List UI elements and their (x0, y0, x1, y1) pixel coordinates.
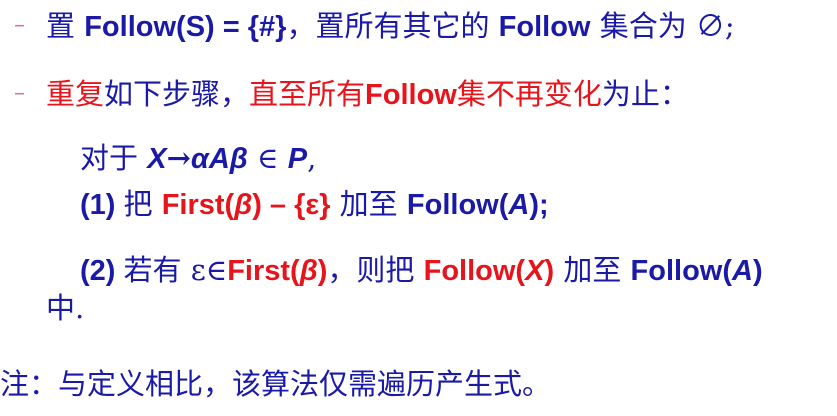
line-1-text: 置 Follow(S) = {#}，置所有其它的 Follow 集合为 ∅; (46, 8, 735, 45)
note-line: 注：与定义相比，该算法仅需遍历产生式。 (0, 366, 551, 402)
minus-epsilon: ) – {ε} (252, 189, 331, 221)
production-rhs: αAβ (190, 143, 248, 175)
arrow-symbol: → (166, 141, 191, 175)
bullet-dash: – (14, 81, 25, 106)
text-segment: 加至 (330, 187, 407, 221)
emphasis-repeat: 重复 (46, 77, 105, 111)
text-segment: 为止： (601, 77, 689, 111)
step-2-line: (2) 若有 ε∈First(β)，则把 Follow(X) 加至 Follow… (80, 252, 763, 289)
text-segment: ) (317, 255, 328, 287)
step-1-line: (1) 把 First(β) – {ε} 加至 Follow(A); (80, 186, 549, 223)
text-segment: ); (529, 189, 549, 221)
step-number: (2) (80, 255, 124, 287)
symbol-a: A (732, 255, 753, 287)
text-segment: , (307, 141, 317, 175)
follow-keyword: Follow (498, 11, 591, 43)
text-segment: 若有 ε∈ (123, 253, 228, 287)
bullet-dash: – (14, 13, 25, 38)
beta-symbol: β (234, 189, 253, 221)
text-segment: 中. (46, 291, 85, 325)
text-segment: 如下步骤， (104, 77, 250, 111)
emphasis-follow: Follow (365, 79, 457, 111)
line-2-text: 重复如下步骤，直至所有Follow集不再变化为止： (46, 76, 689, 113)
text-segment: ，则把 (327, 253, 424, 287)
text-segment: 把 (123, 187, 162, 221)
step-2-continuation: 中. (46, 290, 84, 326)
note-text: 注：与定义相比，该算法仅需遍历产生式。 (0, 367, 552, 401)
rule-line: 对于 X→αAβ ∈ P, (80, 140, 316, 177)
first-func: First( (227, 255, 300, 287)
text-segment: 对于 (80, 141, 148, 175)
beta-symbol: β (299, 255, 318, 287)
text-segment: ) (752, 255, 763, 287)
symbol-p: P (287, 143, 308, 175)
emphasis-until: 直至所有 (249, 77, 366, 111)
symbol-x: X (147, 143, 167, 175)
text-segment: 置 (46, 9, 85, 43)
follow-func: Follow( (423, 255, 526, 287)
text-segment: ，置所有其它的 (286, 9, 499, 43)
step-number: (1) (80, 189, 124, 221)
symbol-x: X (525, 255, 545, 287)
text-segment: 集合为 ∅; (590, 9, 735, 43)
emphasis-unchanged: 集不再变化 (456, 77, 602, 111)
follow-func: Follow( (406, 189, 509, 221)
follow-s-init: Follow(S) = {#} (84, 11, 287, 43)
element-of-symbol: ∈ (247, 141, 288, 175)
text-segment: 加至 (554, 253, 631, 287)
symbol-a: A (508, 189, 530, 221)
first-func: First( (161, 189, 235, 221)
text-segment: ) (544, 255, 555, 287)
follow-func: Follow( (630, 255, 733, 287)
